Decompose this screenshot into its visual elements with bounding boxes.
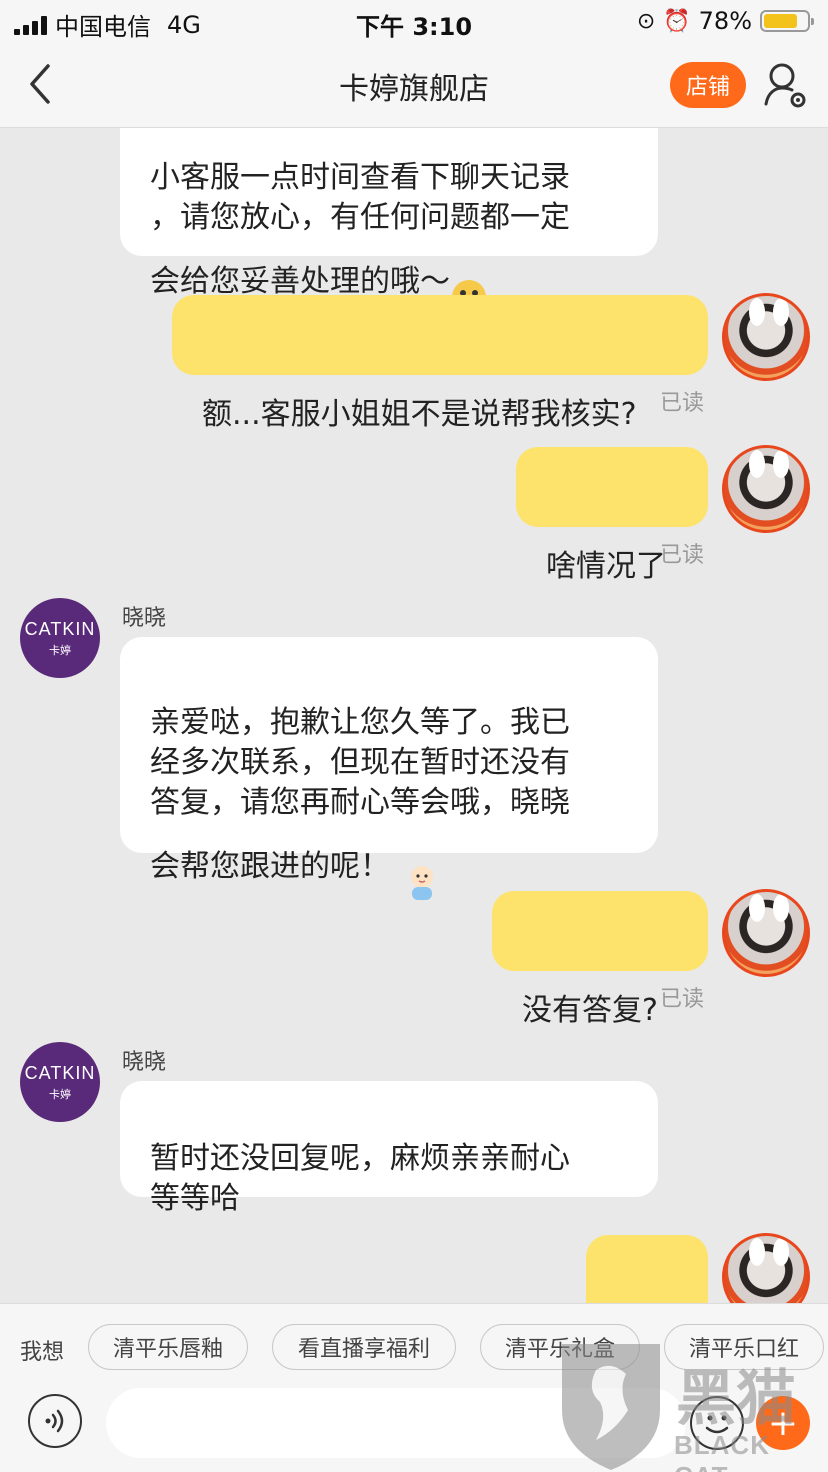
user-avatar[interactable] — [722, 889, 810, 977]
suggestion-chip[interactable]: 看直播享福利 — [272, 1324, 456, 1370]
voice-input-button[interactable] — [28, 1394, 82, 1448]
message-bubble-incoming[interactable]: 暂时还没回复呢，麻烦亲亲耐心 等等哈 — [120, 1081, 658, 1216]
agent-avatar-brand-cn: 卡婷 — [49, 1087, 71, 1101]
suggestion-chip[interactable]: 清平乐口红 — [664, 1324, 824, 1370]
read-status: 已读 — [660, 391, 705, 416]
agent-avatar[interactable]: CATKIN 卡婷 — [20, 1042, 100, 1122]
status-bar: 中国电信 4G 下午 3:10 ⊙ ⏰ 78% — [0, 0, 828, 42]
message-text: 啥情况了 — [546, 549, 666, 584]
orientation-lock-icon: ⊙ — [636, 8, 656, 34]
user-avatar[interactable] — [722, 293, 810, 381]
read-status: 已读 — [660, 543, 705, 568]
message-bubble-outgoing[interactable]: 额...客服小姐姐不是说帮我核实? — [172, 295, 708, 432]
message-bubble-outgoing[interactable] — [586, 1235, 708, 1303]
alarm-icon: ⏰ — [663, 8, 691, 34]
emoji-button[interactable] — [690, 1396, 744, 1450]
thinking-face-emoji-icon — [620, 1289, 674, 1303]
agent-avatar-brand: CATKIN — [24, 1062, 96, 1083]
agent-avatar-brand-cn: 卡婷 — [49, 643, 71, 657]
user-avatar[interactable] — [722, 445, 810, 533]
message-text: 额...客服小姐姐不是说帮我核实? — [202, 397, 637, 432]
message-bubble-outgoing[interactable]: 没有答复? — [492, 891, 708, 1028]
message-text: 亲爱哒，抱歉让您久等了。我已 经多次联系，但现在暂时还没有 答复，请您再耐心等会… — [150, 705, 570, 884]
shop-button[interactable]: 店铺 — [670, 62, 746, 108]
battery-icon — [760, 10, 814, 32]
message-bubble-incoming[interactable]: 小客服一点时间查看下聊天记录 ，请您放心，有任何问题都一定 会给您妥善处理的哦～ — [120, 128, 658, 314]
user-settings-button[interactable] — [762, 60, 808, 110]
plus-icon: + — [767, 1402, 799, 1444]
suggestion-chip[interactable]: 清平乐礼盒 — [480, 1324, 640, 1370]
suggestion-label: 我想 — [20, 1340, 65, 1365]
voice-icon — [45, 1409, 64, 1433]
sender-name: 晓晓 — [122, 606, 167, 631]
battery-percent: 78% — [698, 7, 752, 35]
message-bubble-incoming[interactable]: 亲爱哒，抱歉让您久等了。我已 经多次联系，但现在暂时还没有 答复，请您再耐心等会… — [120, 637, 658, 900]
composer-area: 我想 清平乐唇釉 看直播享福利 清平乐礼盒 清平乐口红 + — [0, 1303, 828, 1472]
sender-name: 晓晓 — [122, 1050, 167, 1075]
add-attachment-button[interactable]: + — [756, 1396, 810, 1450]
baby-emoji-icon — [404, 823, 440, 912]
smiley-icon — [705, 1415, 729, 1434]
nav-bar: 卡婷旗舰店 店铺 — [0, 42, 828, 128]
agent-avatar-brand: CATKIN — [24, 618, 96, 639]
suggestion-chip[interactable]: 清平乐唇釉 — [88, 1324, 248, 1370]
message-bubble-outgoing[interactable]: 啥情况了 — [516, 447, 708, 584]
message-text: 小客服一点时间查看下聊天记录 ，请您放心，有任何问题都一定 会给您妥善处理的哦～ — [150, 160, 570, 299]
user-avatar[interactable] — [722, 1233, 810, 1303]
message-input[interactable] — [106, 1388, 686, 1458]
user-gear-icon — [764, 63, 806, 108]
message-text: 没有答复? — [522, 993, 658, 1028]
message-text: 暂时还没回复呢，麻烦亲亲耐心 等等哈 — [150, 1141, 570, 1216]
agent-avatar[interactable]: CATKIN 卡婷 — [20, 598, 100, 678]
read-status: 已读 — [660, 987, 705, 1012]
chat-area[interactable]: 小客服一点时间查看下聊天记录 ，请您放心，有任何问题都一定 会给您妥善处理的哦～… — [0, 128, 828, 1303]
